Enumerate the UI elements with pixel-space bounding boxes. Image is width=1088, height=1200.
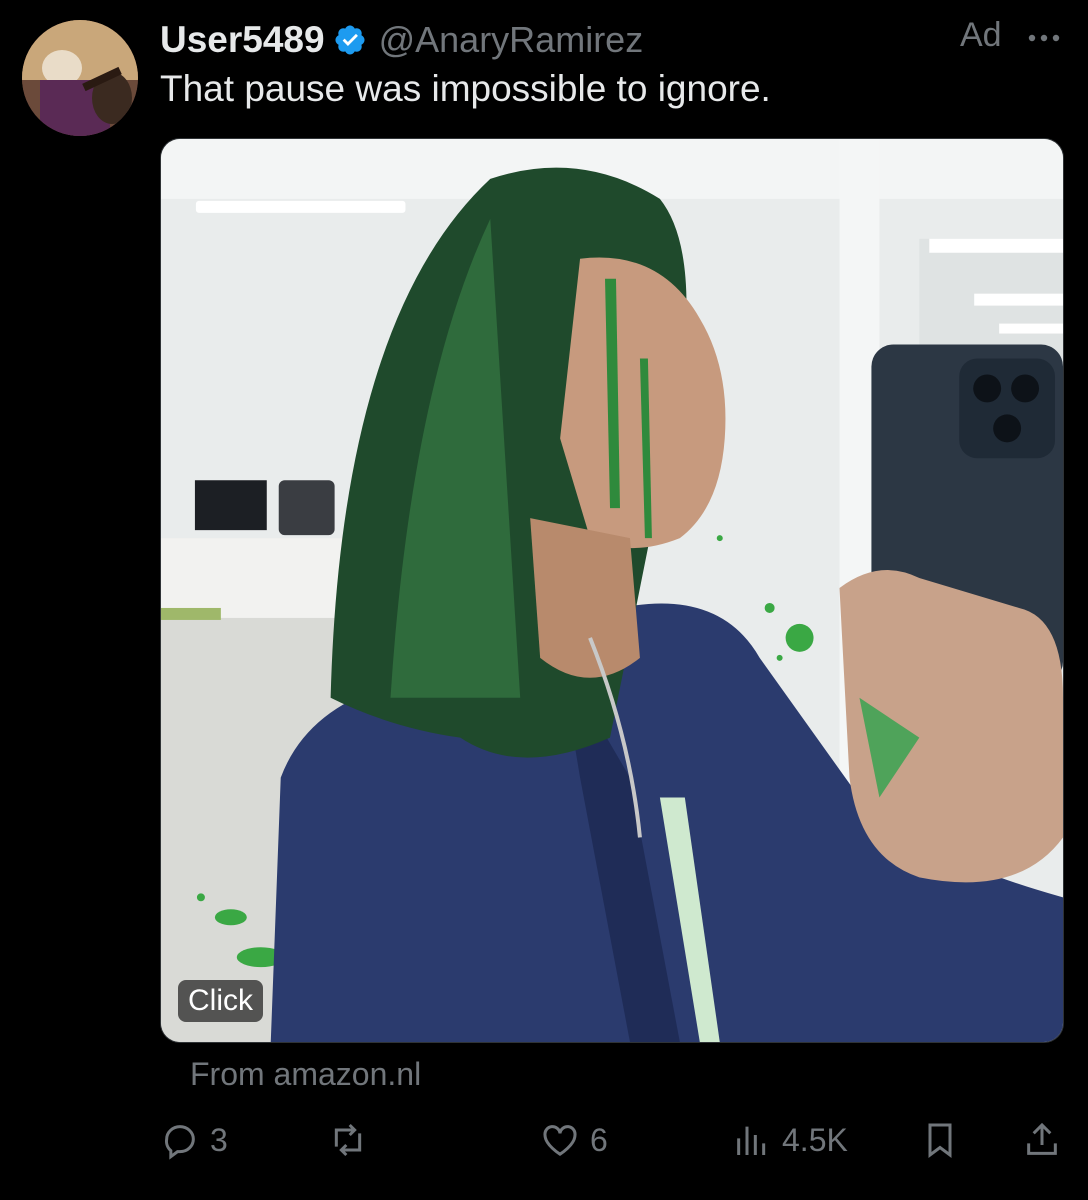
- views-chart-icon: [732, 1120, 772, 1160]
- display-name[interactable]: User5489: [160, 19, 325, 61]
- heart-icon: [540, 1120, 580, 1160]
- avatar[interactable]: [22, 20, 138, 136]
- ad-source-link[interactable]: From amazon.nl: [190, 1056, 421, 1093]
- like-count: 6: [590, 1121, 608, 1158]
- media-image[interactable]: [160, 138, 1064, 1043]
- share-icon: [1022, 1120, 1062, 1160]
- verified-badge-icon: [333, 23, 367, 57]
- more-horizontal-icon[interactable]: [1024, 24, 1064, 52]
- views-button[interactable]: 4.5K: [732, 1110, 848, 1170]
- tweet-header: User5489 @AnaryRamirez: [160, 14, 643, 66]
- click-badge[interactable]: Click: [178, 980, 263, 1022]
- action-bar: 3 6 4.5K: [160, 1110, 1064, 1170]
- ad-label: Ad: [960, 16, 1002, 54]
- reply-icon: [160, 1120, 200, 1160]
- views-count: 4.5K: [782, 1121, 848, 1158]
- share-button[interactable]: [1022, 1110, 1062, 1170]
- tweet-text: That pause was impossible to ignore.: [160, 68, 771, 109]
- like-button[interactable]: 6: [540, 1110, 608, 1170]
- bookmark-icon: [920, 1120, 960, 1160]
- ad-tweet[interactable]: User5489 @AnaryRamirez Ad That pause was…: [0, 0, 1088, 1200]
- reply-button[interactable]: 3: [160, 1110, 228, 1170]
- handle[interactable]: @AnaryRamirez: [379, 19, 644, 61]
- repost-icon: [328, 1120, 368, 1160]
- bookmark-button[interactable]: [920, 1110, 960, 1170]
- repost-button[interactable]: [328, 1110, 378, 1170]
- reply-count: 3: [210, 1121, 228, 1158]
